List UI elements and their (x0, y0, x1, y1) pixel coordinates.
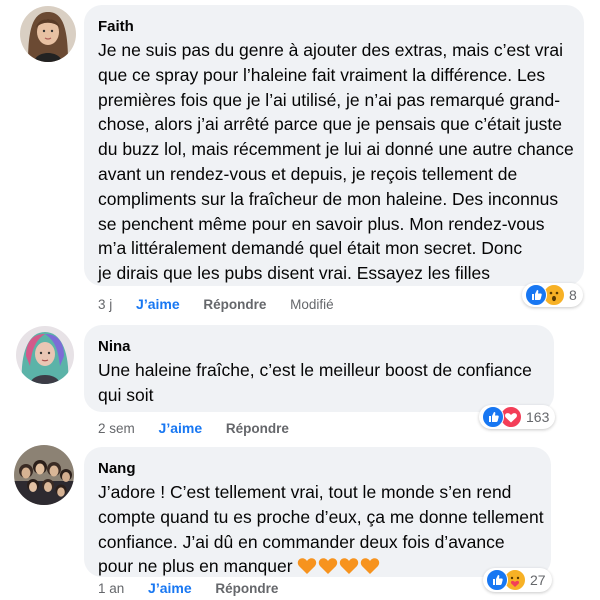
comment-actions: 2 sem J’aime Répondre (98, 420, 309, 436)
reactions-summary[interactable]: 163 (479, 405, 556, 429)
comment-faith: Faith Je ne suis pas du genre à ajouter … (0, 0, 600, 320)
comment-line: avant un rendez-vous et depuis, je reçoi… (98, 163, 518, 184)
avatar[interactable] (20, 6, 76, 62)
comment-bubble: Nina Une haleine fraîche, c’est le meill… (84, 325, 554, 412)
comment-line: qui soit (98, 384, 154, 405)
orange-heart-icon (360, 558, 379, 575)
comment-timestamp[interactable]: 2 sem (98, 421, 135, 436)
comment-line: Je ne suis pas du genre à ajouter des ex… (98, 40, 563, 60)
orange-heart-icon (339, 558, 358, 575)
like-icon (525, 284, 547, 306)
comment-line: du buzz lol, mais récemment je lui ai do… (98, 139, 574, 160)
comment-timestamp[interactable]: 1 an (98, 581, 124, 596)
comment-line: chose, alors j’ai arrêté parce que je pe… (98, 114, 563, 135)
comment-timestamp[interactable]: 3 j (98, 297, 112, 312)
comment-author[interactable]: Nang (98, 460, 551, 477)
orange-heart-icon (318, 558, 337, 575)
comment-author[interactable]: Faith (98, 18, 584, 35)
avatar[interactable] (16, 326, 74, 384)
comment-line-text: pour ne plus en manquer (98, 556, 293, 577)
comment-nina: Nina Une haleine fraîche, c’est le meill… (0, 320, 600, 440)
reaction-count: 27 (530, 572, 546, 588)
comment-nang: Nang J’adore ! C’est tellement vrai, tou… (0, 440, 600, 600)
like-button[interactable]: J’aime (148, 580, 192, 596)
heart-emojis (297, 556, 381, 582)
reply-button[interactable]: Répondre (226, 421, 289, 436)
comment-text: Je ne suis pas du genre à ajouter des ex… (98, 38, 584, 286)
comment-author[interactable]: Nina (98, 338, 554, 355)
comment-line: J’adore ! C’est tellement vrai, tout le … (98, 482, 512, 502)
comment-line: premières fois que je l’ai utilisé, je n… (98, 89, 561, 110)
avatar[interactable] (14, 445, 74, 505)
comment-line: se penchent même pour en savoir plus. Mo… (98, 213, 545, 234)
comments-thread: Faith Je ne suis pas du genre à ajouter … (0, 0, 600, 600)
comment-line: compliments sur la fraîcheur de mon hale… (98, 188, 559, 209)
comment-bubble: Faith Je ne suis pas du genre à ajouter … (84, 5, 584, 286)
comment-line: confiance. J’ai dû en commander deux foi… (98, 531, 505, 552)
edited-label: Modifié (290, 297, 334, 312)
comment-line: Une haleine fraîche, c’est le meilleur b… (98, 360, 532, 380)
like-icon (482, 406, 504, 428)
like-button[interactable]: J’aime (159, 420, 203, 436)
comment-text: Une haleine fraîche, c’est le meilleur b… (98, 358, 554, 408)
reaction-count: 163 (526, 409, 550, 425)
reply-button[interactable]: Répondre (215, 581, 278, 596)
comment-line: que ce spray pour l’haleine fait vraimen… (98, 64, 546, 85)
reply-button[interactable]: Répondre (203, 297, 266, 312)
comment-actions: 1 an J’aime Répondre (98, 580, 298, 596)
comment-line: m’a littéralement demandé quel était mon… (98, 238, 523, 259)
reaction-count: 8 (569, 287, 577, 303)
reactions-summary[interactable]: 27 (483, 568, 552, 592)
comment-actions: 3 j J’aime Répondre Modifié (98, 296, 354, 312)
comment-line: compte quand tu es proche d’eux, ça me d… (98, 506, 544, 527)
comment-bubble: Nang J’adore ! C’est tellement vrai, tou… (84, 447, 551, 577)
reactions-summary[interactable]: 8 (522, 283, 583, 307)
orange-heart-icon (297, 558, 316, 575)
comment-line: je dirais que les pubs disent vrai. Essa… (98, 263, 490, 284)
comment-text: J’adore ! C’est tellement vrai, tout le … (98, 480, 551, 582)
like-button[interactable]: J’aime (136, 296, 180, 312)
like-icon (486, 569, 508, 591)
